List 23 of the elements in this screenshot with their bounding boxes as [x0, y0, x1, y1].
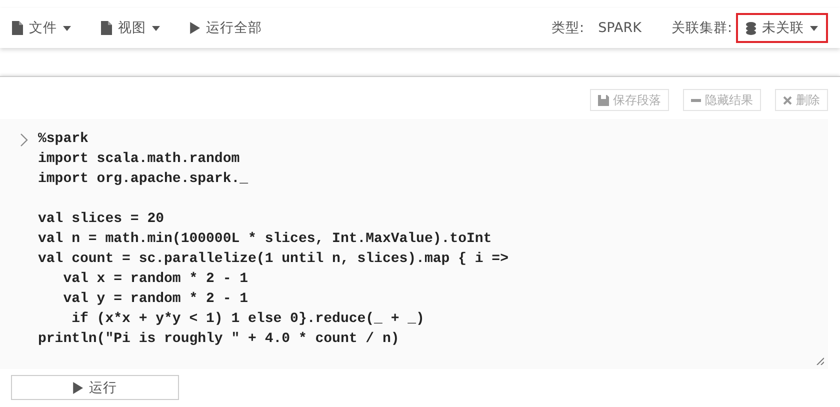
file-icon — [12, 21, 23, 35]
menu-button[interactable]: 文件 — [12, 19, 71, 37]
close-icon — [783, 96, 792, 104]
caret-icon — [810, 26, 818, 30]
file-icon — [101, 21, 112, 35]
code-editor[interactable] — [0, 119, 828, 369]
type-value: SPARK — [598, 20, 642, 36]
play-icon — [190, 22, 200, 34]
run-all-button[interactable]: 运行全部 — [190, 19, 262, 37]
floppy-icon — [598, 94, 609, 106]
resize-grip-icon — [816, 357, 824, 365]
minus-icon — [691, 98, 701, 102]
cluster-dropdown[interactable]: 未关联 — [736, 13, 828, 43]
database-icon — [746, 22, 756, 34]
chevron-icon — [20, 133, 28, 147]
caret-icon — [63, 26, 71, 30]
type-label: 类型: — [552, 19, 584, 37]
menu-button[interactable]: 视图 — [101, 19, 160, 37]
cluster-label: 关联集群: — [671, 19, 732, 37]
run-button[interactable]: 运行 — [11, 375, 179, 400]
caret-icon — [152, 26, 160, 30]
play-icon — [72, 382, 84, 394]
code-text: %spark import scala.math.random import org.apache.spark._ val slices = 20 val n = math.min(100000L * slices, Int.MaxValue).toInt val count = sc.parallelize(1 until n, slices).map { i => val x = random * 2 - 1 val y = random * 2 - 1 if (x*x + y*y < 1) 1 else 0}.reduce(_ + _) println("Pi is roughly " + 4.0 * count / n) — [38, 130, 508, 349]
